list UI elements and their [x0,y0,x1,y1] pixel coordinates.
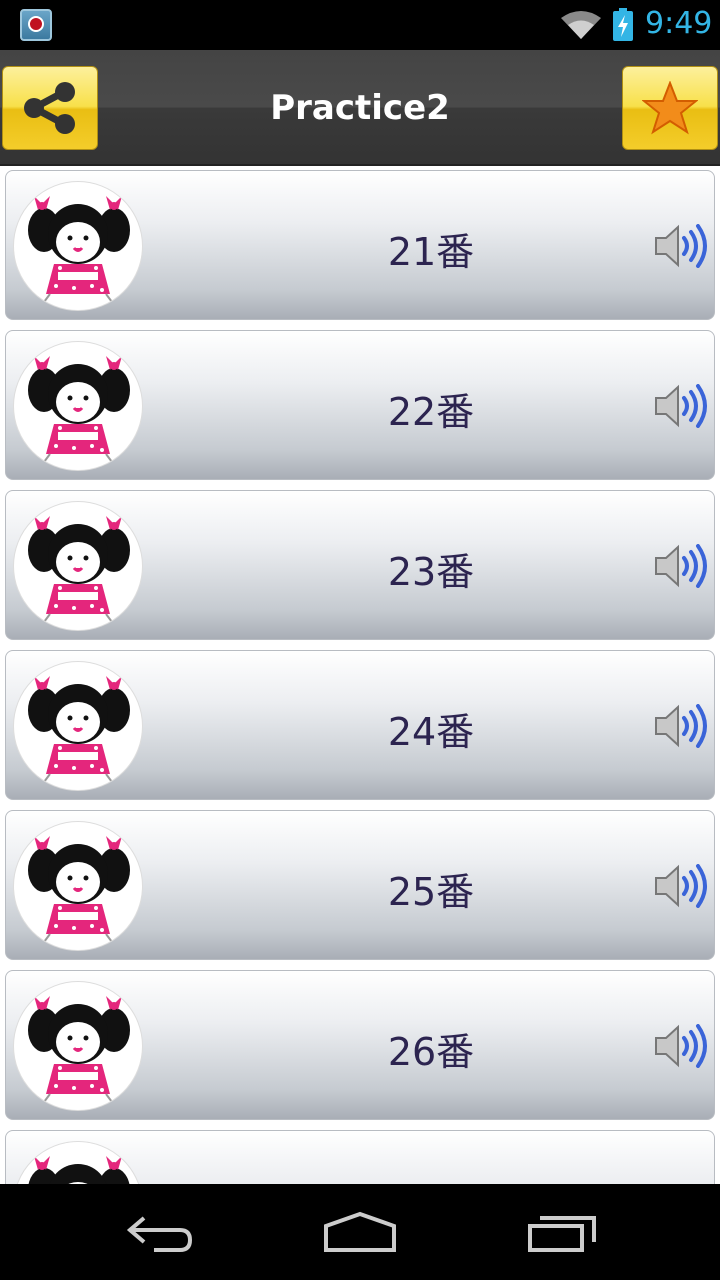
item-label: 26番 [387,1030,475,1074]
wifi-icon [561,11,601,39]
action-bar: Practice2 [0,50,720,166]
item-label: 23番 [387,550,475,594]
list-item[interactable]: 23番 [5,490,715,640]
girl-avatar-icon [13,181,143,311]
list-item[interactable]: 21番 [5,170,715,320]
battery-charging-icon [613,8,633,41]
girl-avatar-icon [13,1141,143,1184]
speaker-icon[interactable] [654,704,710,748]
notification-app-icon [20,9,52,41]
speaker-icon[interactable] [654,1024,710,1068]
item-label: 21番 [387,230,475,274]
home-icon[interactable] [322,1210,398,1254]
speaker-icon[interactable] [654,384,710,428]
speaker-icon[interactable] [654,864,710,908]
track-list: 21番 22番 23番 24番 25番 26番 [0,166,720,1184]
share-icon [24,82,75,134]
recent-apps-icon[interactable] [526,1210,598,1254]
list-item[interactable]: 22番 [5,330,715,480]
item-label: 25番 [387,870,475,914]
share-button[interactable] [2,66,98,150]
clock: 9:49 [645,6,713,41]
girl-avatar-icon [13,821,143,951]
girl-avatar-icon [13,501,143,631]
item-label: 22番 [387,390,475,434]
girl-avatar-icon [13,661,143,791]
favorite-button[interactable] [622,66,718,150]
navigation-bar [0,1184,720,1280]
list-item[interactable]: 25番 [5,810,715,960]
back-icon[interactable] [124,1210,196,1254]
girl-avatar-icon [13,981,143,1111]
list-item[interactable]: 26番 [5,970,715,1120]
speaker-icon[interactable] [654,544,710,588]
list-item[interactable]: 24番 [5,650,715,800]
page-title: Practice2 [270,88,450,128]
item-label: 24番 [387,710,475,754]
speaker-icon[interactable] [654,224,710,268]
girl-avatar-icon [13,341,143,471]
star-icon [642,81,698,135]
status-bar: 9:49 [0,0,720,50]
list-item[interactable] [5,1130,715,1184]
